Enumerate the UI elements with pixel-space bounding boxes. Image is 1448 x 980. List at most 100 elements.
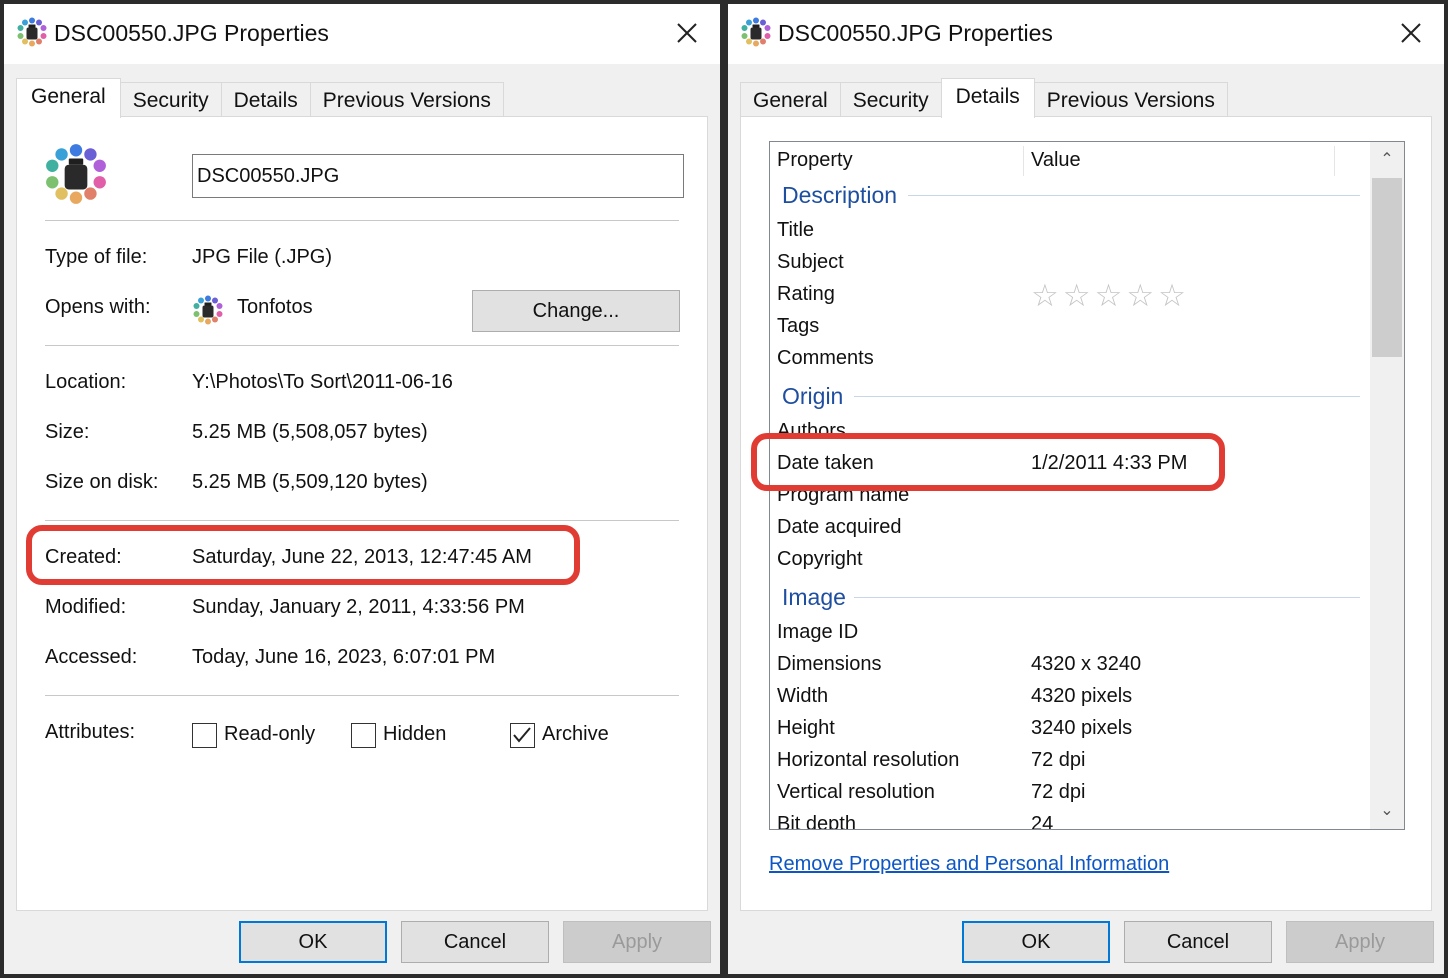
- title-bar: DSC00550.JPG Properties: [4, 4, 720, 64]
- opens-with-label: Opens with:: [45, 296, 151, 318]
- app-icon: [16, 16, 48, 48]
- property-value: 24: [1031, 813, 1054, 830]
- cancel-button[interactable]: Cancel: [401, 921, 549, 963]
- modified-value: Sunday, January 2, 2011, 4:33:56 PM: [192, 596, 525, 618]
- property-name: Date acquired: [777, 516, 902, 538]
- property-name: Copyright: [777, 548, 863, 570]
- app-icon: [740, 16, 772, 48]
- cancel-button[interactable]: Cancel: [1124, 921, 1272, 963]
- created-value: Saturday, June 22, 2013, 12:47:45 AM: [192, 546, 532, 568]
- tab-general[interactable]: General: [16, 78, 121, 118]
- location-value: Y:\Photos\To Sort\2011-06-16: [192, 371, 453, 393]
- tab-general[interactable]: General: [740, 82, 841, 118]
- property-name: Tags: [777, 315, 820, 337]
- scroll-up-icon[interactable]: ⌃: [1370, 142, 1404, 178]
- property-column-header[interactable]: Property: [777, 142, 853, 180]
- ok-button[interactable]: OK: [962, 921, 1110, 963]
- tab-details[interactable]: Details: [220, 82, 311, 118]
- tab-previous-versions[interactable]: Previous Versions: [309, 82, 504, 118]
- section-divider: [854, 597, 1360, 598]
- property-name: Rating: [777, 283, 835, 305]
- type-of-file-label: Type of file:: [45, 246, 148, 268]
- scroll-thumb[interactable]: [1372, 178, 1402, 357]
- location-label: Location:: [45, 371, 127, 393]
- property-name: Subject: [777, 251, 844, 273]
- tab-strip: General Security Details Previous Versio…: [740, 78, 1228, 118]
- general-panel: Type of file: JPG File (.JPG) Opens with…: [16, 116, 708, 911]
- window-title: DSC00550.JPG Properties: [778, 20, 1053, 46]
- close-icon[interactable]: [670, 16, 704, 50]
- read-only-label: Read-only: [224, 723, 316, 745]
- property-value: 4320 pixels: [1031, 685, 1133, 707]
- tonfotos-app-icon: [192, 294, 224, 326]
- file-name-input[interactable]: [192, 154, 684, 198]
- property-name: Title: [777, 219, 815, 241]
- hidden-label: Hidden: [383, 723, 447, 745]
- details-panel: Property Value Description Title Subject…: [740, 116, 1432, 911]
- property-name: Date taken: [777, 452, 874, 474]
- apply-button[interactable]: Apply: [563, 921, 711, 963]
- property-name: Program name: [777, 484, 910, 506]
- column-divider: [1023, 146, 1024, 176]
- size-label: Size:: [45, 421, 90, 443]
- property-name: Comments: [777, 347, 874, 369]
- section-divider: [908, 195, 1360, 196]
- divider: [45, 345, 679, 346]
- property-value: 3240 pixels: [1031, 717, 1133, 739]
- property-name: Width: [777, 685, 829, 707]
- created-label: Created:: [45, 546, 122, 568]
- property-name: Horizontal resolution: [777, 749, 960, 771]
- property-name: Authors: [777, 420, 846, 442]
- checkmark-icon: [513, 727, 531, 743]
- properties-window-general: DSC00550.JPG Properties General Security…: [0, 0, 724, 978]
- hidden-checkbox[interactable]: [351, 723, 376, 748]
- file-type-icon: [43, 141, 109, 207]
- tab-details[interactable]: Details: [940, 78, 1035, 118]
- property-value: 72 dpi: [1031, 781, 1086, 803]
- tab-security[interactable]: Security: [119, 82, 222, 118]
- section-divider: [854, 396, 1360, 397]
- vertical-scrollbar[interactable]: ⌃ ⌄: [1370, 142, 1404, 829]
- property-name: Vertical resolution: [777, 781, 935, 803]
- attributes-label: Attributes:: [45, 721, 136, 743]
- modified-label: Modified:: [45, 596, 127, 618]
- type-of-file-value: JPG File (.JPG): [192, 246, 333, 268]
- property-value: 1/2/2011 4:33 PM: [1031, 452, 1188, 474]
- tab-strip: General Security Details Previous Versio…: [16, 78, 504, 118]
- archive-checkbox[interactable]: [510, 723, 535, 748]
- tab-security[interactable]: Security: [839, 82, 942, 118]
- property-list[interactable]: Property Value Description Title Subject…: [769, 141, 1405, 830]
- property-name: Dimensions: [777, 653, 882, 675]
- apply-button[interactable]: Apply: [1286, 921, 1434, 963]
- value-column-header[interactable]: Value: [1031, 142, 1081, 180]
- divider: [45, 695, 679, 696]
- scroll-down-icon[interactable]: ⌄: [1370, 793, 1404, 829]
- divider: [45, 520, 679, 521]
- property-name: Bit depth: [777, 813, 856, 830]
- accessed-label: Accessed:: [45, 646, 138, 668]
- tab-previous-versions[interactable]: Previous Versions: [1033, 82, 1228, 118]
- accessed-value: Today, June 16, 2023, 6:07:01 PM: [192, 646, 496, 668]
- properties-window-details: DSC00550.JPG Properties General Security…: [724, 0, 1448, 978]
- title-bar: DSC00550.JPG Properties: [728, 4, 1444, 64]
- property-value: 4320 x 3240: [1031, 653, 1142, 675]
- change-button[interactable]: Change...: [472, 290, 680, 332]
- divider: [45, 220, 679, 221]
- rating-stars[interactable]: ☆☆☆☆☆: [1031, 278, 1190, 314]
- read-only-checkbox[interactable]: [192, 723, 217, 748]
- description-section-heading: Description: [782, 182, 898, 208]
- close-icon[interactable]: [1394, 16, 1428, 50]
- ok-button[interactable]: OK: [239, 921, 387, 963]
- property-name: Image ID: [777, 621, 859, 643]
- property-value: 72 dpi: [1031, 749, 1086, 771]
- opens-with-value: Tonfotos: [237, 296, 313, 318]
- archive-label: Archive: [542, 723, 609, 745]
- size-on-disk-label: Size on disk:: [45, 471, 159, 493]
- remove-properties-link[interactable]: Remove Properties and Personal Informati…: [769, 853, 1169, 876]
- column-divider: [1334, 146, 1335, 176]
- window-title: DSC00550.JPG Properties: [54, 20, 329, 46]
- size-on-disk-value: 5.25 MB (5,509,120 bytes): [192, 471, 428, 493]
- image-section-heading: Image: [782, 584, 846, 610]
- property-name: Height: [777, 717, 835, 739]
- origin-section-heading: Origin: [782, 383, 844, 409]
